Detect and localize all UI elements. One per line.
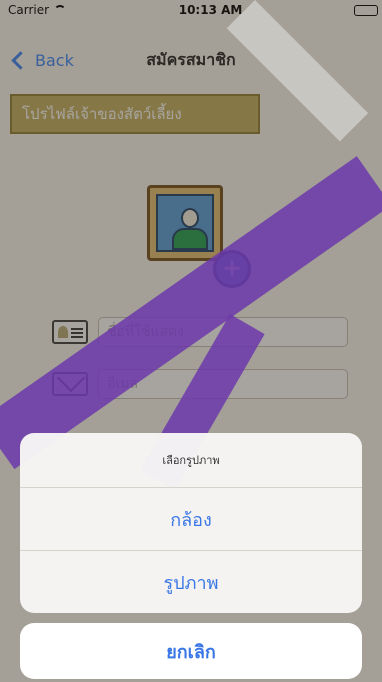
action-sheet-title: เลือกรูปภาพ <box>20 433 362 488</box>
camera-action-button[interactable]: กล้อง <box>20 488 362 551</box>
cancel-button[interactable]: ยกเลิก <box>20 623 362 679</box>
action-sheet: เลือกรูปภาพ กล้อง รูปภาพ <box>20 433 362 613</box>
photos-action-button[interactable]: รูปภาพ <box>20 551 362 613</box>
